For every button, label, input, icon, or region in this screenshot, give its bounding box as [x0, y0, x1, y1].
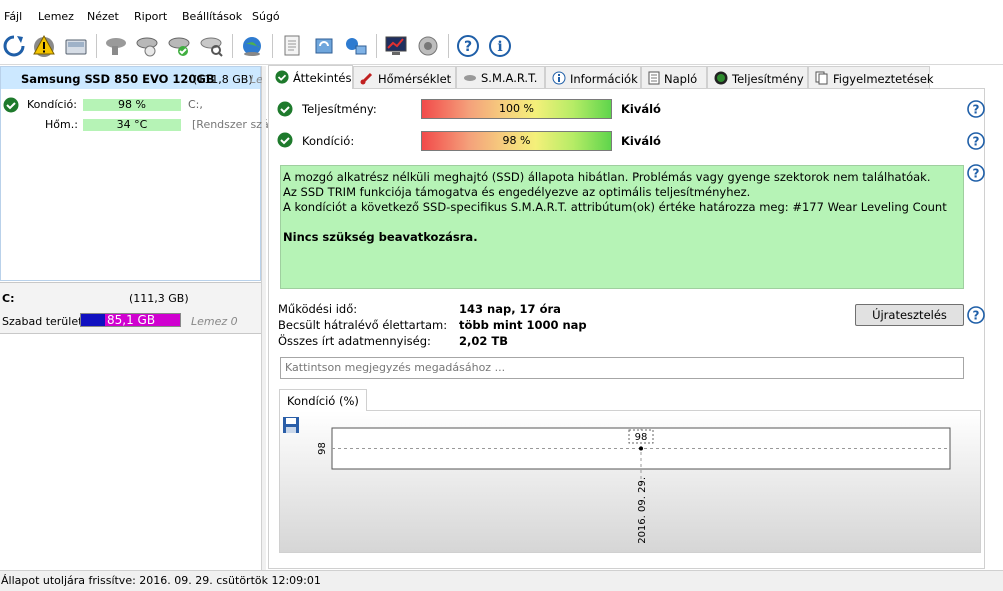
tab-health-chart[interactable]: Kondíció (%)	[279, 389, 367, 411]
status-text: Állapot utoljára frissítve: 2016. 09. 29…	[1, 574, 321, 587]
log-icon	[648, 71, 660, 88]
help-icon[interactable]: ?	[967, 306, 985, 324]
free-space-value: 85,1 GB	[107, 313, 156, 327]
warning-icon[interactable]	[30, 32, 58, 60]
temp-note: [Rendszer szá	[192, 118, 269, 131]
tab-temperature[interactable]: Hőmérséklet	[353, 66, 456, 88]
speaker-icon[interactable]	[414, 32, 442, 60]
info-line: Az SSD TRIM funkciója támogatva és enged…	[283, 185, 751, 199]
check-icon	[275, 70, 289, 87]
point-label: 98	[635, 432, 648, 443]
drive-letter: C:,	[188, 98, 203, 111]
svg-text:?: ?	[973, 309, 980, 323]
written-value: 2,02 TB	[459, 334, 508, 348]
y-tick-label: 98	[317, 442, 328, 455]
health-label: Kondíció:	[27, 98, 77, 111]
svg-text:?: ?	[973, 167, 980, 181]
disk-icon[interactable]	[62, 32, 90, 60]
check-icon	[277, 132, 293, 151]
tab-information[interactable]: Információk	[545, 66, 641, 88]
check-icon	[3, 97, 19, 116]
info-icon[interactable]: i	[486, 32, 514, 60]
tab-performance[interactable]: Teljesítmény	[707, 66, 808, 88]
menu-disk[interactable]: Lemez	[38, 10, 74, 23]
info-small-icon	[552, 71, 566, 88]
svg-text:?: ?	[973, 135, 980, 149]
disk-size: (111,8 GB)	[193, 73, 253, 86]
volume-letter: C:	[2, 292, 15, 305]
info-line: A mozgó alkatrész nélküli meghajtó (SSD)…	[283, 170, 931, 184]
tab-overview[interactable]: Áttekintés	[268, 65, 353, 89]
check-icon	[277, 101, 293, 120]
svg-text:?: ?	[973, 103, 980, 117]
monitor-chart-icon[interactable]	[382, 32, 410, 60]
help-icon[interactable]: ?	[967, 100, 985, 118]
data-point	[639, 446, 643, 451]
overview-panel: Teljesítmény: 100 % Kiváló ? Kondíció: 9…	[268, 88, 985, 569]
tab-alerts[interactable]: Figyelmeztetések	[808, 66, 934, 88]
help-icon[interactable]: ?	[454, 32, 482, 60]
disk-check2-icon[interactable]	[166, 32, 194, 60]
svg-text:i: i	[497, 39, 502, 55]
temp-bar: 34 °C	[83, 119, 181, 131]
menu-report[interactable]: Riport	[134, 10, 167, 23]
temp-label: Hőm.:	[45, 118, 78, 131]
refresh-icon[interactable]	[0, 32, 28, 60]
performance-rating: Kiváló	[621, 102, 661, 116]
tab-log[interactable]: Napló	[641, 66, 707, 88]
disk-list-panel: Samsung SSD 850 EVO 120GB (111,8 GB) Le …	[0, 66, 269, 570]
disk-gray-icon[interactable]	[102, 32, 130, 60]
volume-size: (111,3 GB)	[129, 292, 189, 305]
uptime-value: 143 nap, 17 óra	[459, 302, 561, 316]
toolbar: ? i	[0, 29, 1003, 64]
menu-bar: Fájl Lemez Nézet Riport Beállítások Súgó	[0, 0, 1003, 29]
sync-icon[interactable]	[310, 32, 338, 60]
volume-disk-label: Lemez 0	[191, 315, 238, 328]
network-icon[interactable]	[342, 32, 370, 60]
uptime-label: Működési idő:	[278, 302, 358, 316]
health-bar: 98 %	[83, 99, 181, 111]
free-space-label: Szabad terület	[2, 315, 83, 328]
menu-file[interactable]: Fájl	[4, 10, 22, 23]
menu-help[interactable]: Súgó	[252, 10, 280, 23]
disk-small-icon	[463, 72, 477, 87]
globe-icon[interactable]	[238, 32, 266, 60]
menu-view[interactable]: Nézet	[87, 10, 119, 23]
disk-entry[interactable]: Samsung SSD 850 EVO 120GB (111,8 GB) Le …	[0, 66, 269, 281]
help-icon[interactable]: ?	[967, 164, 985, 182]
performance-bar: 100 %	[421, 99, 612, 119]
info-line: A kondíciót a következő SSD-specifikus S…	[283, 200, 947, 214]
thermometer-icon	[360, 71, 374, 88]
remaining-value: több mint 1000 nap	[459, 318, 587, 332]
menu-settings[interactable]: Beállítások	[182, 10, 242, 23]
disk-extra: Le	[250, 73, 263, 86]
chart-plot: 98 98 2016. 09. 29.	[317, 427, 951, 544]
health-bar: 98 %	[421, 131, 612, 151]
gauge-icon	[714, 71, 728, 88]
disk-search-icon[interactable]	[198, 32, 226, 60]
x-tick-label: 2016. 09. 29.	[637, 477, 648, 544]
status-description: A mozgó alkatrész nélküli meghajtó (SSD)…	[280, 165, 964, 289]
health-label: Kondíció:	[302, 134, 355, 148]
performance-label: Teljesítmény:	[302, 102, 377, 116]
written-label: Összes írt adatmennyiség:	[278, 334, 431, 348]
help-icon[interactable]: ?	[967, 132, 985, 150]
volume-entry[interactable]: C: (111,3 GB) Szabad terület 85,1 GB Lem…	[0, 282, 261, 334]
svg-text:?: ?	[464, 39, 472, 55]
tab-smart[interactable]: S.M.A.R.T.	[456, 66, 545, 88]
pages-icon	[815, 71, 829, 88]
free-space-bar: 85,1 GB	[80, 313, 181, 327]
note-input[interactable]: Kattintson megjegyzés megadásához ...	[280, 357, 964, 379]
health-chart: 98 98 2016. 09. 29.	[279, 410, 981, 553]
remaining-label: Becsült hátralévő élettartam:	[278, 318, 448, 332]
document-icon[interactable]	[278, 32, 306, 60]
action-text: Nincs szükség beavatkozásra.	[283, 230, 478, 244]
health-rating: Kiváló	[621, 134, 661, 148]
disk-title: Samsung SSD 850 EVO 120GB	[21, 72, 215, 86]
status-bar: Állapot utoljára frissítve: 2016. 09. 29…	[0, 570, 1003, 591]
retest-button[interactable]: Újratesztelés	[855, 304, 964, 326]
disk-check-icon[interactable]	[134, 32, 162, 60]
